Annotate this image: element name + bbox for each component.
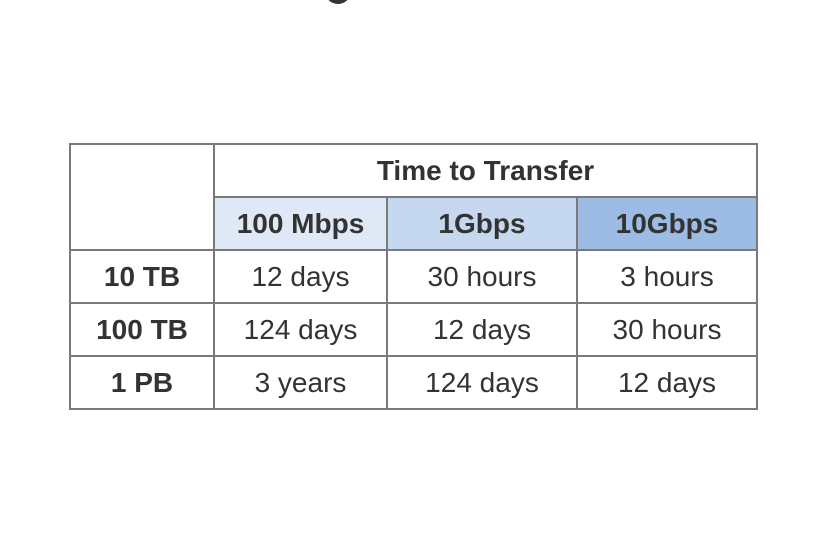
corner-cell <box>69 143 215 251</box>
column-header-100mbps: 100 Mbps <box>213 196 388 251</box>
table-row: 100 TB 124 days 12 days 30 hours <box>69 302 758 357</box>
table-title-row: Time to Transfer <box>69 143 758 251</box>
column-header-10gbps: 10Gbps <box>576 196 758 251</box>
row-label: 10 TB <box>69 249 215 304</box>
table-cell: 12 days <box>213 249 388 304</box>
table-cell: 124 days <box>213 302 388 357</box>
table-row: 10 TB 12 days 30 hours 3 hours <box>69 249 758 304</box>
table-cell: 3 hours <box>576 249 758 304</box>
row-label: 100 TB <box>69 302 215 357</box>
row-label: 1 PB <box>69 355 215 410</box>
table-cell: 12 days <box>576 355 758 410</box>
title-glyph-fragment <box>325 0 351 4</box>
table-row: 1 PB 3 years 124 days 12 days <box>69 355 758 410</box>
table-title: Time to Transfer <box>213 143 758 198</box>
transfer-time-table: Time to Transfer 100 Mbps 1Gbps 10Gbps 1… <box>69 143 758 410</box>
table-cell: 3 years <box>213 355 388 410</box>
table-cell: 30 hours <box>386 249 578 304</box>
column-header-1gbps: 1Gbps <box>386 196 578 251</box>
table-cell: 12 days <box>386 302 578 357</box>
table-cell: 124 days <box>386 355 578 410</box>
table-cell: 30 hours <box>576 302 758 357</box>
